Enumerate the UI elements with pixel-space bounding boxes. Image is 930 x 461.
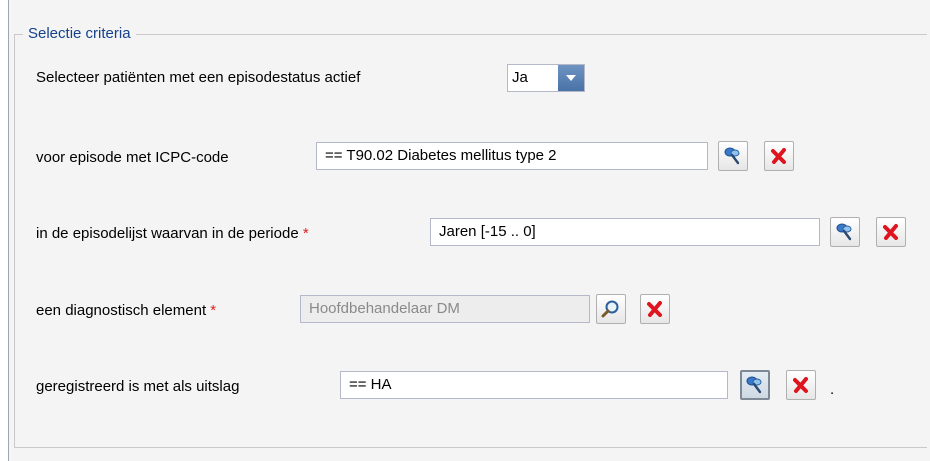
episode-status-label: Selecteer patiënten met een episodestatu… <box>36 69 361 86</box>
icpc-filter-button[interactable] <box>718 141 748 171</box>
period-delete-button[interactable] <box>876 217 906 247</box>
diagnostic-search-button[interactable] <box>596 294 626 324</box>
diagnostic-element-label: een diagnostisch element * <box>36 302 217 319</box>
red-x-icon <box>771 148 786 164</box>
icpc-code-field[interactable]: == T90.02 Diabetes mellitus type 2 <box>316 142 708 170</box>
result-field[interactable]: == HA <box>340 371 728 399</box>
red-x-icon <box>883 224 898 240</box>
episode-status-value: Ja <box>512 69 528 86</box>
icpc-delete-button[interactable] <box>764 141 794 171</box>
fieldset-legend: Selectie criteria <box>23 24 136 44</box>
result-filter-button[interactable] <box>740 370 770 400</box>
magnifier-icon <box>601 300 619 318</box>
red-x-icon <box>793 377 808 393</box>
result-delete-button[interactable] <box>786 370 816 400</box>
diagnostic-delete-button[interactable] <box>640 294 670 324</box>
required-mark: * <box>302 225 309 242</box>
result-label: geregistreerd is met als uitslag <box>36 378 240 395</box>
icpc-code-label: voor episode met ICPC-code <box>36 149 229 166</box>
filter-pin-icon <box>724 147 740 165</box>
required-mark: * <box>210 302 217 319</box>
period-filter-button[interactable] <box>830 217 860 247</box>
episode-status-select[interactable]: Ja <box>507 64 585 92</box>
red-x-icon <box>647 301 662 317</box>
sentence-end-period: . <box>830 381 835 398</box>
chevron-down-icon[interactable] <box>558 65 584 91</box>
period-field[interactable]: Jaren [-15 .. 0] <box>430 218 820 246</box>
period-label: in de episodelijst waarvan in de periode… <box>36 225 309 242</box>
filter-pin-icon <box>746 376 762 394</box>
diagnostic-element-field[interactable]: Hoofdbehandelaar DM <box>300 295 590 323</box>
filter-pin-icon <box>836 223 852 241</box>
